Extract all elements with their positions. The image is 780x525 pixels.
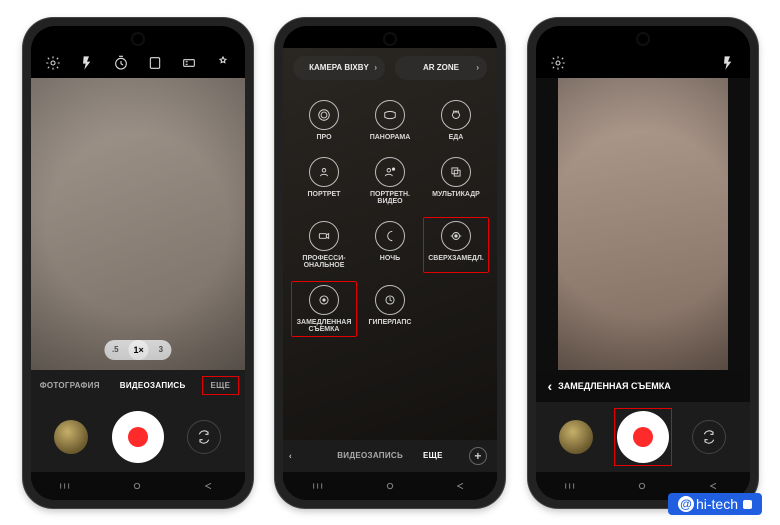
mode-professional[interactable]: ПРОФЕССИ- ОНАЛЬНОЕ: [291, 217, 357, 273]
nav-bar: [31, 472, 245, 500]
nav-back-icon[interactable]: [453, 480, 469, 492]
shutter-button[interactable]: [112, 411, 164, 463]
mode-photo[interactable]: ФОТОГРАФИЯ: [36, 377, 104, 394]
arzone-label: AR ZONE: [423, 63, 459, 72]
mode-night[interactable]: НОЧЬ: [357, 217, 423, 266]
top-shortcuts: КАМЕРА BIXBY › AR ZONE ›: [283, 48, 497, 88]
mode-multiframe[interactable]: МУЛЬТИКАДР: [423, 153, 489, 202]
nav-home-icon[interactable]: [382, 480, 398, 492]
resolution-icon[interactable]: [181, 55, 197, 71]
screen: ‹ ЗАМЕДЛЕННАЯ СЪЕМКА: [536, 26, 750, 500]
shutter-row: [31, 402, 245, 472]
portrait-video-icon: [375, 157, 405, 187]
switch-camera-button[interactable]: [692, 420, 726, 454]
multi-icon: [441, 157, 471, 187]
camera-top-toolbar: [536, 48, 750, 78]
mode-pro[interactable]: ПРО: [291, 96, 357, 145]
pro-icon: [309, 100, 339, 130]
hyperlapse-icon: [375, 285, 405, 315]
flash-icon[interactable]: [720, 55, 736, 71]
watermark: @ hi-tech: [668, 493, 762, 515]
camera-top-toolbar: [31, 48, 245, 78]
chevron-right-icon: ›: [374, 63, 377, 72]
pillarbox-left: [536, 78, 558, 370]
chevron-right-icon: ›: [476, 63, 479, 72]
more-modes-panel: КАМЕРА BIXBY › AR ZONE › ПРО ПАНОРАМА ЕД…: [283, 48, 497, 440]
current-mode-bar[interactable]: ‹ ЗАМЕДЛЕННАЯ СЪЕМКА: [536, 370, 750, 402]
nav-home-icon[interactable]: [129, 480, 145, 492]
settings-icon[interactable]: [45, 55, 61, 71]
bixby-pill[interactable]: КАМЕРА BIXBY ›: [293, 56, 385, 80]
nav-recent-icon[interactable]: [563, 480, 579, 492]
zoom-level-2[interactable]: 3: [159, 345, 163, 354]
professional-icon: [309, 221, 339, 251]
night-icon: [375, 221, 405, 251]
highlight-box: [423, 217, 489, 273]
gallery-thumbnail[interactable]: [559, 420, 593, 454]
zoom-level-0[interactable]: .5: [112, 345, 119, 354]
nav-recent-icon[interactable]: [311, 480, 327, 492]
shutter-row: [536, 402, 750, 472]
zoom-level-1[interactable]: 1×: [129, 340, 149, 360]
front-camera-notch: [385, 34, 395, 44]
phone-1: .5 1× 3 ФОТОГРАФИЯ ВИДЕОЗАПИСЬ ЕЩЕ: [23, 18, 253, 508]
bixby-label: КАМЕРА BIXBY: [309, 63, 369, 72]
pillarbox-right: [728, 78, 750, 370]
screen: .5 1× 3 ФОТОГРАФИЯ ВИДЕОЗАПИСЬ ЕЩЕ: [31, 26, 245, 500]
phone-2: КАМЕРА BIXBY › AR ZONE › ПРО ПАНОРАМА ЕД…: [275, 18, 505, 508]
arzone-pill[interactable]: AR ZONE ›: [395, 56, 487, 80]
mode-video[interactable]: ВИДЕОЗАПИСЬ: [116, 377, 190, 394]
nav-bar: [283, 472, 497, 500]
mode-selector[interactable]: ФОТОГРАФИЯ ВИДЕОЗАПИСЬ ЕЩЕ: [31, 370, 245, 402]
mode-video[interactable]: ВИДЕОЗАПИСЬ: [333, 447, 407, 464]
mode-panorama[interactable]: ПАНОРАМА: [357, 96, 423, 145]
mode-portrait[interactable]: ПОРТРЕТ: [291, 153, 357, 202]
watermark-at-icon: @: [678, 496, 694, 512]
record-dot-icon: [128, 427, 148, 447]
mode-food[interactable]: ЕДА: [423, 96, 489, 145]
food-icon: [441, 100, 471, 130]
nav-home-icon[interactable]: [634, 480, 650, 492]
settings-icon[interactable]: [550, 55, 566, 71]
watermark-square-icon: [743, 500, 752, 509]
switch-camera-button[interactable]: [187, 420, 221, 454]
mode-more[interactable]: ЕЩЕ: [202, 376, 240, 395]
nav-recent-icon[interactable]: [58, 480, 74, 492]
viewfinder[interactable]: .5 1× 3: [31, 78, 245, 370]
timer-icon[interactable]: [113, 55, 129, 71]
modes-grid: ПРО ПАНОРАМА ЕДА ПОРТРЕТ ПОРТРЕТН. ВИДЕО…: [283, 88, 497, 343]
watermark-text: hi-tech: [696, 496, 738, 512]
flash-icon[interactable]: [79, 55, 95, 71]
nav-back-icon[interactable]: [706, 480, 722, 492]
gallery-thumbnail[interactable]: [54, 420, 88, 454]
mode-more[interactable]: ЕЩЕ: [419, 447, 447, 464]
front-camera-notch: [133, 34, 143, 44]
back-button[interactable]: ‹: [289, 451, 292, 460]
highlight-box: [291, 281, 357, 337]
zoom-control[interactable]: .5 1× 3: [104, 340, 171, 360]
highlight-box: [614, 408, 672, 466]
screen: КАМЕРА BIXBY › AR ZONE › ПРО ПАНОРАМА ЕД…: [283, 26, 497, 500]
mode-hyperlapse[interactable]: ГИПЕРЛАПС: [357, 281, 423, 330]
back-chevron-icon[interactable]: ‹: [548, 378, 553, 394]
phone-3: ‹ ЗАМЕДЛЕННАЯ СЪЕМКА: [528, 18, 758, 508]
viewfinder[interactable]: [536, 78, 750, 370]
nav-back-icon[interactable]: [201, 480, 217, 492]
ratio-icon[interactable]: [147, 55, 163, 71]
portrait-icon: [309, 157, 339, 187]
current-mode-label: ЗАМЕДЛЕННАЯ СЪЕМКА: [558, 381, 671, 391]
mode-portrait-video[interactable]: ПОРТРЕТН. ВИДЕО: [357, 153, 423, 209]
filters-icon[interactable]: [215, 55, 231, 71]
panorama-icon: [375, 100, 405, 130]
add-mode-button[interactable]: +: [469, 447, 487, 465]
mode-selector[interactable]: ‹ ВИДЕОЗАПИСЬ ЕЩЕ +: [283, 440, 497, 472]
front-camera-notch: [638, 34, 648, 44]
